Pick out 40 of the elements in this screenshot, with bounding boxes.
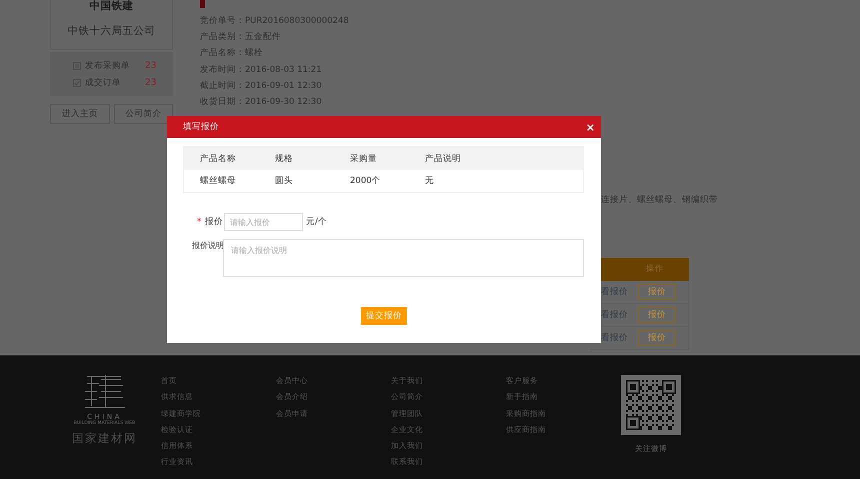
column-header: 规格 <box>275 152 294 164</box>
price-label: 报价 <box>205 216 223 228</box>
detail-field: 产品类别：五金配件 <box>200 28 700 46</box>
detail-field: 截止时间：2016-09-01 12:30 <box>200 78 700 94</box>
view-quote-link[interactable]: 看报价 <box>601 286 638 298</box>
logo-name: 国家建材网 <box>72 431 137 446</box>
column-header: 采购量 <box>350 152 378 164</box>
submit-button[interactable]: 提交报价 <box>361 307 407 325</box>
modal-title: 填写报价 <box>183 121 219 133</box>
required-mark: * <box>197 217 202 227</box>
detail-field: 竞价单号：PUR2016080300000248 <box>200 12 700 29</box>
qr-code-icon <box>621 375 681 435</box>
quote-button[interactable]: 报价 <box>638 330 676 346</box>
stat-count: 23 <box>145 78 156 88</box>
stat-count: 23 <box>145 60 156 70</box>
section-marker <box>200 0 205 8</box>
close-button[interactable]: × <box>584 120 597 134</box>
quote-button[interactable]: 报价 <box>638 284 676 300</box>
price-input[interactable]: 请输入报价 <box>224 213 303 231</box>
table-cell-text: 螺丝螺母 <box>200 175 237 187</box>
sidebar-button[interactable]: 进入主页 <box>50 104 110 124</box>
detail-field: 收货日期：2016-09-30 12:30 <box>200 94 700 111</box>
company-group: 中国铁建 <box>90 0 134 12</box>
company-name: 中铁十六局五公司 <box>68 24 156 38</box>
detail-field: 产品名称：螺栓 <box>200 45 700 62</box>
note-textarea[interactable]: 请输入报价说明 <box>223 239 584 277</box>
column-header: 产品说明 <box>425 152 462 164</box>
column-header: 产品名称 <box>200 152 237 164</box>
detail-field: 发布时间：2016-08-03 11:21 <box>200 62 700 78</box>
quote-button[interactable]: 报价 <box>638 306 676 323</box>
logo-mark-icon <box>84 375 124 409</box>
view-quote-link[interactable]: 看报价 <box>601 308 638 321</box>
table-cell-text: 2000个 <box>350 175 382 187</box>
table-cell-text: 圆头 <box>275 175 294 187</box>
sidebar-button[interactable]: 公司简介 <box>114 104 173 124</box>
table-cell-text: 无 <box>425 175 435 187</box>
view-quote-link[interactable]: 看报价 <box>601 332 638 344</box>
note-label: 报价说明 <box>192 240 223 252</box>
description-text: 连接片、螺丝螺母、钢编织带 <box>601 194 718 206</box>
unit-label: 元/个 <box>306 216 327 228</box>
